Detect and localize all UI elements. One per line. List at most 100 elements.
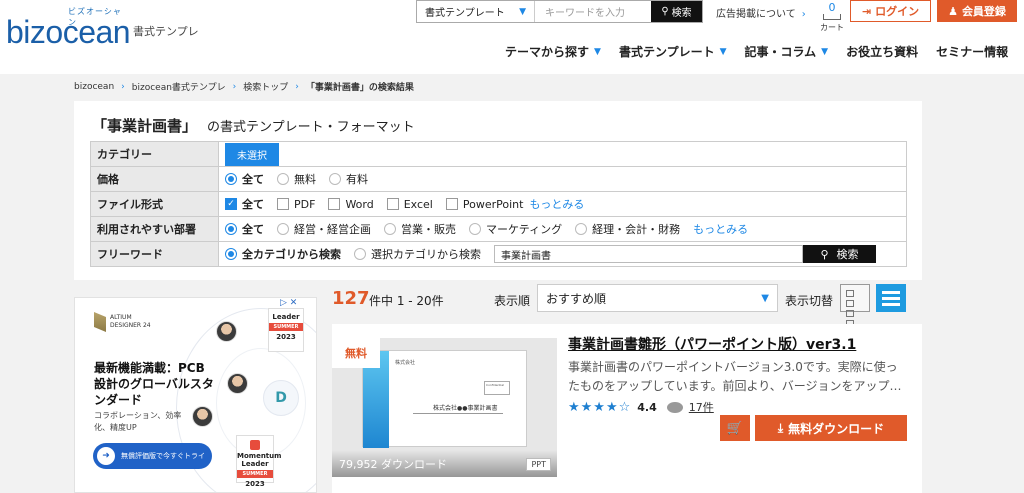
results-toolbar: 127 件中 1 - 20件 表示順 おすすめ順 ▼ 表示切替: [332, 284, 922, 327]
free-download-button[interactable]: ⤓ 無料ダウンロード: [755, 415, 907, 441]
site-logo[interactable]: ビズオーシャン bizocean: [6, 6, 131, 52]
filetype-option-word[interactable]: Word: [328, 198, 374, 211]
template-thumbnail[interactable]: 株式会社 Confidential 株式会社●●事業計画書 bizocean 無…: [332, 338, 557, 477]
altium-d-icon: D: [263, 380, 299, 416]
nav-item-resources[interactable]: お役立ち資料: [846, 43, 918, 60]
results-count: 127: [332, 288, 370, 309]
freeword-search-button[interactable]: ⚲ 検索: [803, 245, 876, 263]
radio-icon: [575, 223, 588, 235]
filetype-badge: PPT: [526, 458, 551, 471]
dept-option-accounting[interactable]: 経理・会計・財務: [575, 221, 680, 237]
dept-more-link[interactable]: もっとみる: [693, 221, 748, 237]
radio-selected-icon: [225, 173, 237, 185]
dept-option-all[interactable]: 全て: [225, 221, 264, 237]
user-icon: ♟: [948, 4, 958, 18]
login-button[interactable]: ⇥ ログイン: [850, 0, 931, 22]
filter-row-filetype: ファイル形式 ✓ 全て PDF Word Excel PowerPoint もっと…: [90, 191, 907, 217]
sort-label: 表示順: [494, 294, 531, 308]
nav-item-label: お役立ち資料: [846, 45, 919, 59]
download-icon: ⤓: [777, 420, 784, 435]
badge-stripe: SUMMER: [237, 470, 273, 478]
search-filter-panel: 「事業計画書」 の書式テンプレート・フォーマット カテゴリー 未選択 価格 全て…: [74, 101, 922, 280]
add-to-cart-button[interactable]: 🛒: [720, 415, 750, 441]
template-title-link[interactable]: 事業計画書雛形（パワーポイント版）ver3.1: [568, 334, 856, 354]
price-option-paid[interactable]: 有料: [329, 171, 368, 187]
list-view-icon[interactable]: [876, 284, 906, 312]
chevron-down-icon: ▼: [821, 46, 829, 57]
filetype-option-excel[interactable]: Excel: [386, 198, 433, 211]
sort-select[interactable]: おすすめ順 ▼: [537, 284, 778, 312]
register-button[interactable]: ♟ 会員登録: [937, 0, 1017, 22]
category-unselected-tag[interactable]: 未選択: [225, 142, 279, 166]
grid-view-icon[interactable]: [840, 284, 870, 327]
rating-value: 4.4: [637, 400, 657, 414]
ad-award-badge: Momentum Leader SUMMER 2023: [236, 435, 281, 488]
chevron-right-icon: ›: [121, 81, 125, 92]
chevron-right-icon: ›: [801, 9, 806, 20]
nav-item-label: 記事・コラム: [744, 45, 817, 59]
main-nav: テーマから探す ▼ 書式テンプレート ▼ 記事・コラム ▼ お役立ち資料 セミナー情報: [505, 43, 1024, 60]
filter-row-freeword: フリーワード 全カテゴリから検索 選択カテゴリから検索 事業計画書 ⚲ 検索: [90, 241, 907, 267]
badge-year: 2023: [276, 333, 296, 341]
badge-year: 2023: [245, 480, 265, 488]
nav-item-templates[interactable]: 書式テンプレート ▼: [619, 43, 727, 60]
filter-row-category: カテゴリー 未選択: [90, 141, 907, 167]
price-option-all[interactable]: 全て: [225, 171, 264, 187]
filter-label: カテゴリー: [90, 141, 219, 167]
result-card: 株式会社 Confidential 株式会社●●事業計画書 bizocean 無…: [332, 324, 922, 493]
filter-label: フリーワード: [90, 241, 219, 267]
freeword-scope-selected[interactable]: 選択カテゴリから検索: [354, 246, 481, 262]
page-title-query: 「事業計画書」: [92, 117, 198, 135]
breadcrumb-link[interactable]: bizocean: [74, 82, 114, 92]
ad-subtext: コラボレーション、効率化、精度UP: [94, 411, 182, 432]
review-count-link[interactable]: 17件: [689, 399, 714, 415]
filter-label: 利用されやすい部署: [90, 216, 219, 242]
search-category-select[interactable]: 書式テンプレート ▼: [417, 1, 535, 22]
cart-button[interactable]: 0 カート: [820, 1, 844, 33]
dept-option-marketing[interactable]: マーケティング: [469, 221, 562, 237]
nav-item-seminars[interactable]: セミナー情報: [936, 43, 1008, 60]
ad-choices-icon[interactable]: ▷ ✕: [280, 298, 297, 308]
g2-logo-icon: [250, 440, 260, 450]
header-search: 書式テンプレート ▼ キーワードを入力 ⚲ 検索: [416, 0, 703, 23]
filetype-option-powerpoint[interactable]: PowerPoint: [445, 198, 523, 211]
slide-text: 株式会社: [395, 360, 416, 366]
breadcrumb: bizocean › bizocean書式テンプレ › 検索トップ › 「事業計画書」…: [74, 80, 414, 94]
breadcrumb-link[interactable]: 検索トップ: [243, 80, 288, 93]
radio-icon: [277, 223, 289, 235]
chevron-right-icon: ›: [232, 81, 237, 92]
dept-option-sales[interactable]: 営業・販売: [384, 221, 456, 237]
slide-box: Confidential: [484, 381, 510, 395]
ad-banner[interactable]: ▷ ✕ ALTIUM DESIGNER 24 最新機能満載：PCB設計のグローバル…: [74, 297, 317, 493]
filter-row-price: 価格 全て 無料 有料: [90, 166, 907, 192]
ad-info-link[interactable]: 広告掲載について ›: [716, 5, 806, 20]
free-badge: 無料: [332, 338, 380, 368]
breadcrumb-link[interactable]: bizocean書式テンプレ: [132, 80, 226, 93]
ad-cta-button[interactable]: ➜ 無償評価版で今すぐトライ: [93, 443, 212, 469]
price-option-free[interactable]: 無料: [277, 171, 316, 187]
filter-table: カテゴリー 未選択 価格 全て 無料 有料 ファイル形式 ✓ 全て PDF Wor…: [90, 141, 907, 267]
filter-row-department: 利用されやすい部署 全て 経営・経営企画 営業・販売 マーケティング 経理・会計…: [90, 216, 907, 242]
nav-item-articles[interactable]: 記事・コラム ▼: [745, 43, 829, 60]
template-description: 事業計画書のパワーポイントバージョン3.0です。実際に使ったものをアップしていま…: [568, 360, 902, 393]
nav-item-label: 書式テンプレート: [618, 45, 715, 59]
filetype-more-link[interactable]: もっとみる: [529, 196, 584, 212]
star-rating-icon: ★★★★☆: [568, 399, 632, 415]
login-label: ログイン: [875, 5, 920, 18]
freeword-scope-all[interactable]: 全カテゴリから検索: [225, 246, 341, 262]
nav-item-theme[interactable]: テーマから探す ▼: [505, 43, 601, 60]
ad-person-photo: [227, 373, 248, 394]
dept-option-management[interactable]: 経営・経営企画: [277, 221, 371, 237]
ad-award-badge: Leader SUMMER 2023: [268, 308, 304, 352]
freeword-input[interactable]: 事業計画書: [494, 245, 803, 263]
search-input[interactable]: キーワードを入力: [535, 1, 651, 22]
radio-icon: [277, 173, 289, 185]
search-button[interactable]: ⚲ 検索: [651, 1, 702, 22]
ad-person-photo: [192, 406, 213, 427]
chevron-down-icon: ▼: [761, 292, 769, 304]
badge-title: Leader: [272, 313, 300, 321]
filetype-option-pdf[interactable]: PDF: [277, 198, 315, 211]
search-icon: ⚲: [661, 6, 669, 17]
filetype-option-all[interactable]: ✓ 全て: [225, 196, 264, 212]
chevron-down-icon: ▼: [594, 46, 601, 57]
